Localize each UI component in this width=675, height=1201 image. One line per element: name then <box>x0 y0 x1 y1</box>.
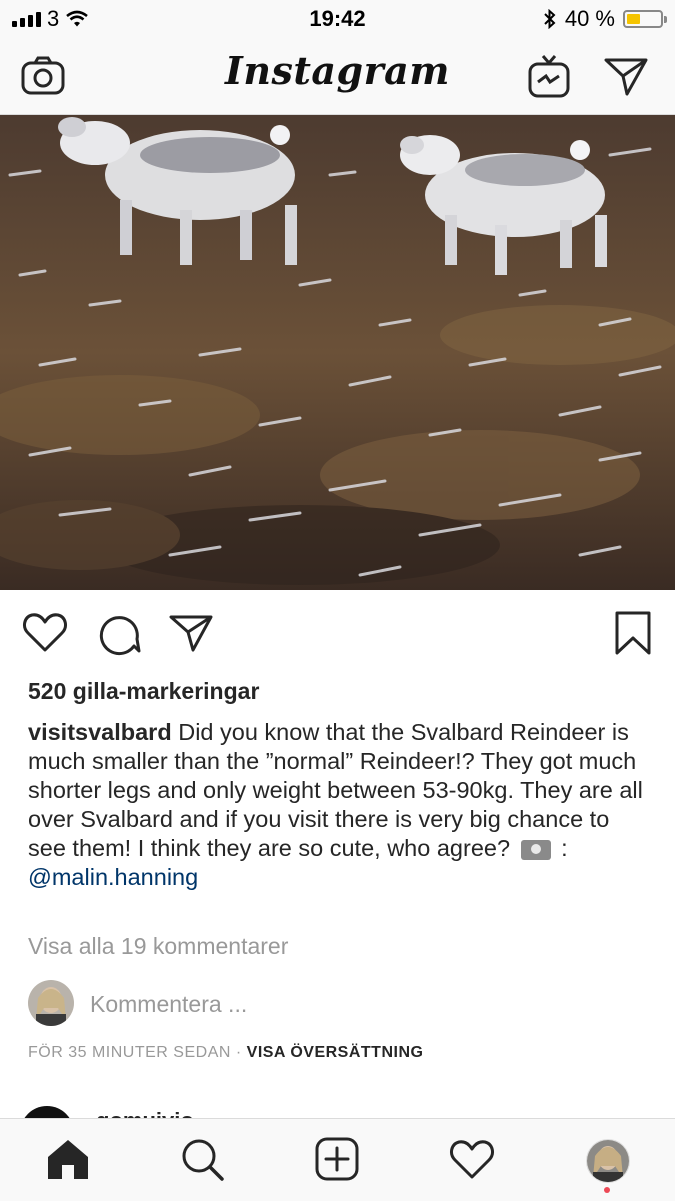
post-timestamp: FÖR 35 MINUTER SEDAN <box>28 1044 231 1061</box>
view-all-comments-link[interactable]: Visa alla 19 kommentarer <box>28 933 288 960</box>
share-icon[interactable] <box>168 610 214 656</box>
post-meta: FÖR 35 MINUTER SEDAN · VISA ÖVERSÄTTNING <box>28 1044 423 1062</box>
see-translation-link[interactable]: VISA ÖVERSÄTTNING <box>247 1044 424 1061</box>
save-bookmark-icon[interactable] <box>610 610 656 656</box>
add-post-icon[interactable] <box>313 1135 361 1183</box>
caption-mention[interactable]: @malin.hanning <box>28 864 198 890</box>
meta-separator: · <box>230 1044 247 1061</box>
reindeer-photo <box>0 115 675 590</box>
igtv-icon[interactable] <box>526 54 574 98</box>
comment-input[interactable]: Kommentera ... <box>90 991 247 1018</box>
search-icon[interactable] <box>178 1135 226 1183</box>
caption-username[interactable]: visitsvalbard <box>28 719 172 745</box>
profile-avatar[interactable] <box>586 1139 630 1183</box>
app-header: Instagram <box>0 36 675 115</box>
bluetooth-icon <box>544 9 556 29</box>
camera-emoji-icon <box>520 839 551 860</box>
status-right: 40 % <box>543 6 667 32</box>
like-heart-icon[interactable] <box>22 610 68 656</box>
battery-level <box>627 14 640 24</box>
activity-heart-icon[interactable] <box>448 1135 496 1183</box>
bottom-tab-bar <box>0 1118 675 1201</box>
notification-dot <box>604 1187 610 1193</box>
home-icon[interactable] <box>44 1135 92 1183</box>
post-actions <box>0 600 675 666</box>
caption-separator: : <box>554 835 568 861</box>
status-bar: 3 19:42 40 % <box>0 0 675 36</box>
battery-percent: 40 % <box>564 6 615 31</box>
post-caption: visitsvalbard Did you know that the Sval… <box>28 718 648 892</box>
add-comment-row: Kommentera ... <box>28 980 648 1028</box>
comment-icon[interactable] <box>96 610 142 656</box>
battery-icon <box>623 10 667 28</box>
avatar <box>28 980 74 1026</box>
like-count[interactable]: 520 gilla-markeringar <box>28 678 259 705</box>
direct-message-icon[interactable] <box>602 54 650 98</box>
post-photo[interactable] <box>0 115 675 590</box>
